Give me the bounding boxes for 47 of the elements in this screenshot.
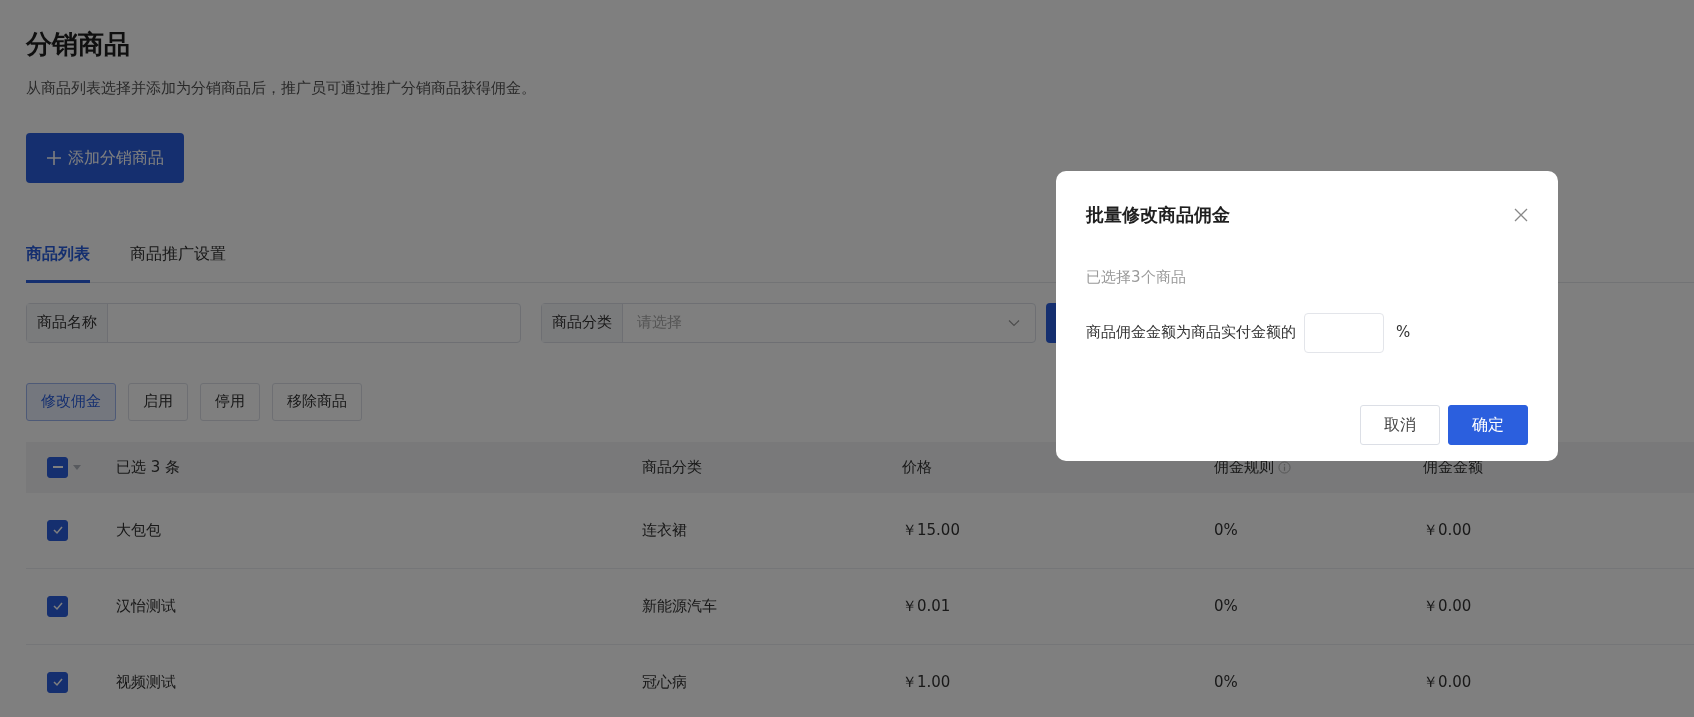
table-cell: 新能源汽车 xyxy=(642,596,717,615)
dialog-title: 批量修改商品佣金 xyxy=(1086,203,1230,227)
table-cell: 视频测试 xyxy=(116,672,176,691)
selection-count: 已选择3个商品 xyxy=(1086,267,1187,288)
table-cell: ￥0.00 xyxy=(1423,596,1472,615)
checkmark-icon xyxy=(51,524,64,536)
table-cell: ￥0.00 xyxy=(1423,672,1472,691)
page-title: 分销商品 xyxy=(26,28,131,61)
action-button[interactable]: 修改佣金 xyxy=(26,382,116,421)
add-product-button[interactable]: 添加分销商品 xyxy=(26,132,184,183)
column-header: 佣金金额 xyxy=(1423,456,1483,478)
table-cell: ￥0.01 xyxy=(902,596,951,615)
table-cell: 0% xyxy=(1214,672,1238,691)
table-cell: 0% xyxy=(1214,520,1238,539)
confirm-button[interactable]: 确定 xyxy=(1448,405,1528,445)
checkmark-icon xyxy=(51,600,64,612)
action-button[interactable]: 启用 xyxy=(128,382,188,421)
table-cell: 0% xyxy=(1214,596,1238,615)
column-header: 已选 3 条 xyxy=(116,456,181,478)
commission-label: 商品佣金金额为商品实付金额的 xyxy=(1086,322,1296,344)
action-button[interactable]: 停用 xyxy=(200,382,260,421)
caret-down-icon xyxy=(72,462,82,472)
row-checkbox[interactable] xyxy=(47,519,68,541)
percent-unit: % xyxy=(1396,322,1411,344)
column-header: 商品分类 xyxy=(642,456,702,478)
table-cell: ￥0.00 xyxy=(1423,520,1472,539)
select-all-checkbox[interactable] xyxy=(47,456,68,478)
cancel-button[interactable]: 取消 xyxy=(1360,405,1440,445)
percent-input-field[interactable] xyxy=(1304,312,1384,353)
table-cell: 大包包 xyxy=(116,520,161,539)
page-description: 从商品列表选择并添加为分销商品后，推广员可通过推广分销商品获得佣金。 xyxy=(26,78,537,99)
name-field[interactable]: 商品名称 xyxy=(26,302,521,343)
table-cell: ￥1.00 xyxy=(902,672,951,691)
tab[interactable]: 商品推广设置 xyxy=(130,231,226,283)
checkmark-icon xyxy=(51,676,64,688)
table-cell: 汉怡测试 xyxy=(116,596,176,615)
table-cell: 冠心病 xyxy=(642,672,687,691)
plus-icon xyxy=(46,149,62,166)
row-checkbox[interactable] xyxy=(47,671,68,693)
field-label: 商品分类 xyxy=(542,303,623,342)
table-cell: ￥15.00 xyxy=(902,520,960,539)
column-header: 价格 xyxy=(902,456,932,478)
tab[interactable]: 商品列表 xyxy=(26,231,90,283)
row-checkbox[interactable] xyxy=(47,595,68,617)
action-button[interactable]: 移除商品 xyxy=(272,382,362,421)
field-label: 商品名称 xyxy=(27,303,108,342)
table-cell: 连衣裙 xyxy=(642,520,687,539)
